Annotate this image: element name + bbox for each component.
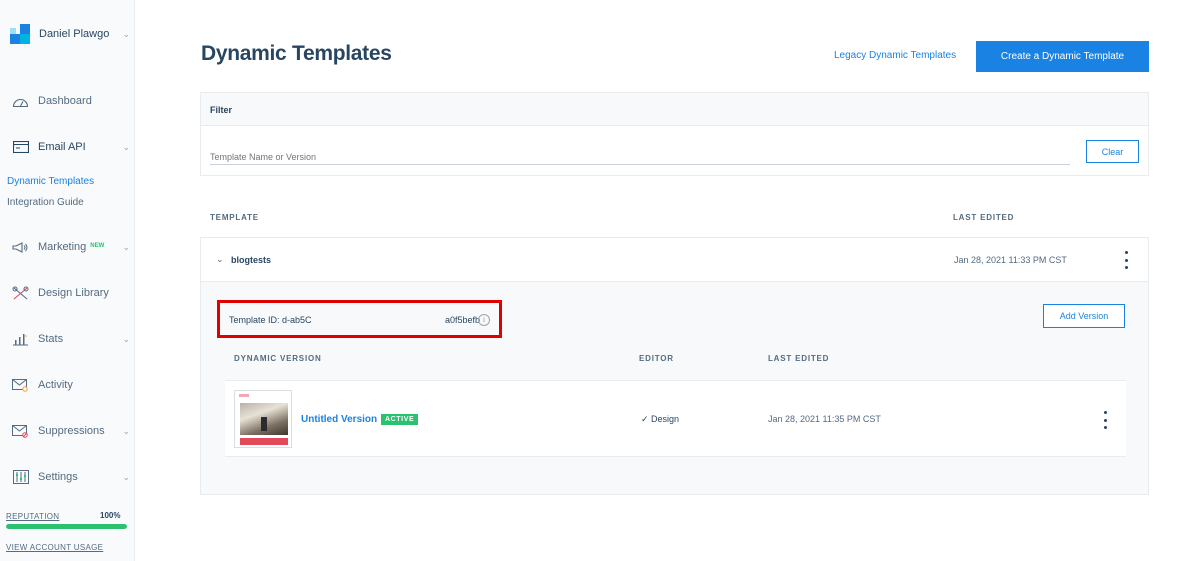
sidebar-item-marketing[interactable]: Marketing NEW ⌄ [12, 237, 130, 257]
reputation-value: 100% [100, 511, 121, 520]
sidebar-item-label: Email API [38, 141, 86, 153]
template-search-input[interactable] [210, 145, 1070, 165]
sidebar-item-suppressions[interactable]: Suppressions ⌄ [12, 421, 130, 441]
sliders-icon [12, 470, 29, 484]
column-header-editor: EDITOR [639, 354, 674, 363]
account-switcher[interactable]: Daniel Plawgo ⌄ [10, 24, 130, 44]
design-tools-icon [12, 286, 29, 300]
filter-title: Filter [201, 93, 1148, 126]
version-editor: ✓ Design [641, 414, 680, 424]
sidebar-item-label: Settings [38, 471, 78, 483]
sidebar-item-stats[interactable]: Stats ⌄ [12, 329, 130, 349]
sidebar-item-label: Activity [38, 379, 73, 391]
create-dynamic-template-button[interactable]: Create a Dynamic Template [976, 41, 1149, 72]
active-status-badge: ACTIVE [381, 414, 419, 425]
kebab-menu-icon[interactable] [1121, 251, 1131, 269]
add-version-button[interactable]: Add Version [1043, 304, 1125, 328]
view-account-usage-link[interactable]: VIEW ACCOUNT USAGE [6, 543, 103, 552]
sidebar-item-activity[interactable]: Activity [12, 375, 130, 395]
clear-filter-button[interactable]: Clear [1086, 140, 1139, 163]
column-header-template: TEMPLATE [210, 213, 259, 222]
column-header-dynamic-version: DYNAMIC VERSION [234, 354, 322, 363]
template-id-label: Template ID: d-ab5C [229, 315, 312, 325]
megaphone-icon [12, 240, 29, 254]
envelope-search-icon [12, 378, 29, 392]
kebab-menu-icon[interactable] [1100, 411, 1110, 429]
account-name: Daniel Plawgo [39, 28, 110, 40]
sidebar-item-label: Stats [38, 333, 64, 345]
column-header-last-edited: LAST EDITED [953, 213, 1015, 222]
envelope-blocked-icon [12, 424, 29, 438]
info-icon[interactable]: i [478, 314, 490, 326]
sidebar-item-label: Design Library [38, 287, 109, 299]
chevron-down-icon: ⌄ [122, 28, 130, 39]
version-thumbnail[interactable] [234, 390, 292, 448]
template-card: ⌄ blogtests Jan 28, 2021 11:33 PM CST Te… [200, 237, 1149, 495]
template-id-suffix: a0f5befb [445, 315, 481, 325]
template-name: blogtests [231, 255, 272, 265]
chevron-down-icon[interactable]: ⌄ [216, 254, 224, 265]
sidebar-item-design-library[interactable]: Design Library [12, 283, 130, 303]
version-last-edited: Jan 28, 2021 11:35 PM CST [768, 414, 881, 424]
chevron-down-icon: ⌄ [122, 141, 130, 152]
chevron-down-icon: ⌄ [122, 425, 130, 436]
sendgrid-logo-icon [10, 24, 30, 44]
chevron-down-icon: ⌄ [122, 241, 130, 252]
new-badge: NEW [90, 243, 105, 249]
sidebar-item-dashboard[interactable]: Dashboard [12, 91, 130, 111]
reputation-bar [6, 524, 127, 529]
sidebar-item-label: Dashboard [38, 95, 92, 107]
sidebar-item-email-api[interactable]: Email API ⌄ [12, 137, 130, 157]
reputation-bar-fill [6, 524, 127, 529]
sidebar-item-label: Suppressions [38, 425, 105, 437]
template-details: Template ID: d-ab5C a0f5befb i Add Versi… [201, 282, 1148, 494]
sidebar-subitem-dynamic-templates[interactable]: Dynamic Templates [7, 176, 94, 187]
version-row[interactable]: Untitled Version ACTIVE ✓ Design Jan 28,… [225, 380, 1126, 457]
legacy-dynamic-templates-link[interactable]: Legacy Dynamic Templates [834, 50, 956, 61]
gauge-icon [12, 94, 29, 108]
sidebar-subitem-integration-guide[interactable]: Integration Guide [7, 197, 84, 208]
chevron-down-icon: ⌄ [122, 333, 130, 344]
sidebar-item-settings[interactable]: Settings ⌄ [12, 467, 130, 487]
sidebar: Daniel Plawgo ⌄ Dashboard Email API ⌄ Dy… [0, 0, 135, 561]
sidebar-item-label: Marketing [38, 241, 87, 253]
terminal-window-icon [12, 140, 29, 154]
column-header-version-last-edited: LAST EDITED [768, 354, 830, 363]
reputation-label: REPUTATION [6, 512, 60, 521]
filter-panel: Filter Clear [200, 92, 1149, 176]
template-last-edited: Jan 28, 2021 11:33 PM CST [954, 255, 1067, 265]
version-name-link[interactable]: Untitled Version [301, 414, 377, 425]
template-id-highlight: Template ID: d-ab5C a0f5befb i [217, 300, 502, 338]
bar-chart-icon [12, 332, 29, 346]
chevron-down-icon: ⌄ [122, 471, 130, 482]
template-row[interactable]: ⌄ blogtests Jan 28, 2021 11:33 PM CST [201, 238, 1148, 282]
page-title: Dynamic Templates [201, 42, 392, 65]
